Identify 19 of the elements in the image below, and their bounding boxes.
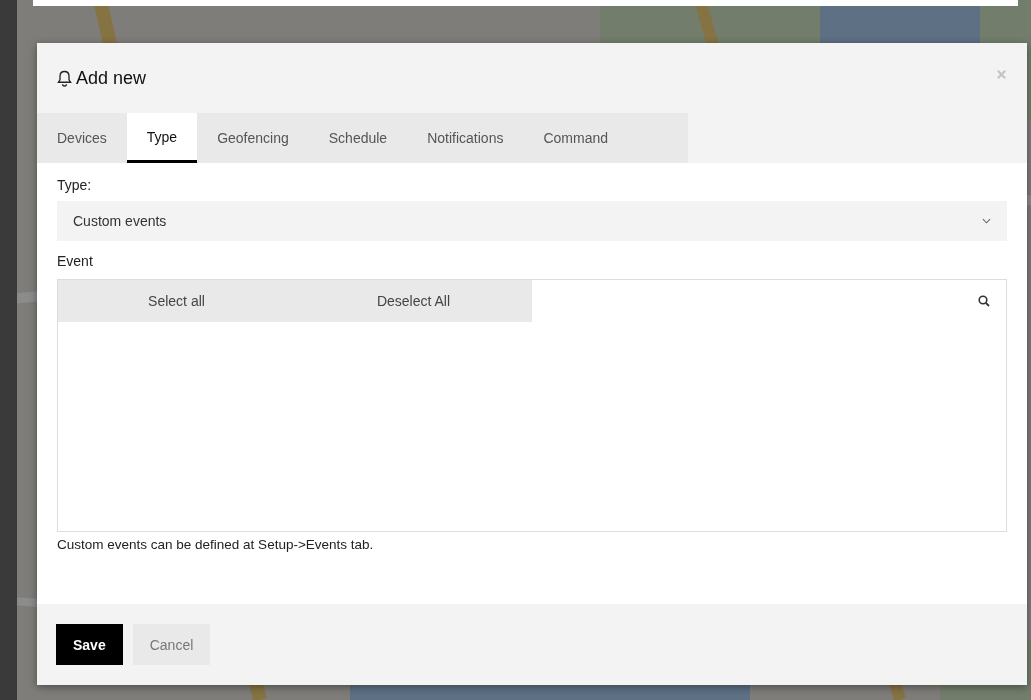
chevron-icon xyxy=(982,218,991,224)
tab[interactable]: Type xyxy=(126,113,198,163)
save-button[interactable]: Save xyxy=(56,624,123,665)
close-icon[interactable] xyxy=(996,68,1007,80)
tab[interactable]: Schedule xyxy=(308,113,408,163)
bell-icon xyxy=(57,69,72,87)
tab[interactable]: Devices xyxy=(37,113,127,163)
deselect-all-button[interactable]: Deselect All xyxy=(295,280,532,322)
hint-text: Custom events can be defined at Setup->Events tab. xyxy=(57,537,375,552)
search-icon xyxy=(978,295,990,307)
cancel-button[interactable]: Cancel xyxy=(132,624,211,665)
type-select[interactable]: Custom events xyxy=(57,201,1007,241)
tab[interactable]: Notifications xyxy=(407,113,524,163)
field-label: Event xyxy=(57,253,94,269)
select-all-button[interactable]: Select all xyxy=(58,280,295,322)
tab[interactable]: Command xyxy=(523,113,628,163)
tab[interactable]: Geofencing xyxy=(197,113,309,163)
field-label: Type: xyxy=(57,177,93,193)
dialog-title: Add new xyxy=(76,67,147,89)
